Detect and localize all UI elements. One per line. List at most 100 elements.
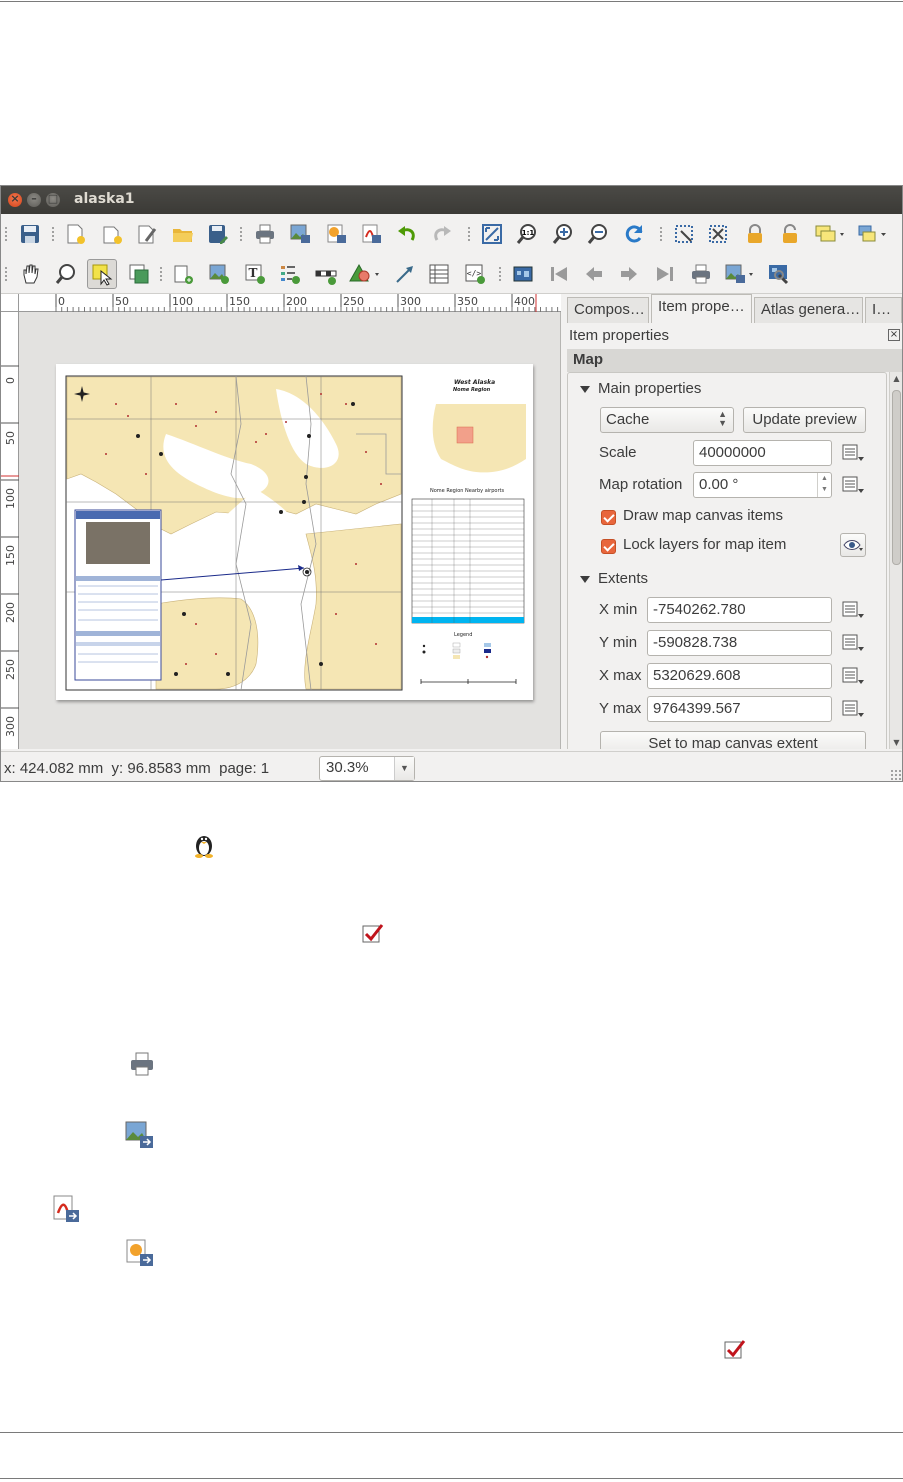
vertical-ruler[interactable]: 0 50 100 150 200 250 300 (1, 312, 19, 749)
data-defined-override-icon[interactable] (840, 599, 866, 621)
scrollbar-thumb[interactable] (892, 390, 901, 565)
export-pdf-icon[interactable] (359, 222, 383, 246)
item-properties-scroll[interactable]: Main properties Cache ▲ ▼ Update preview … (567, 372, 887, 749)
export-atlas-icon[interactable] (723, 262, 759, 286)
raise-icon[interactable] (856, 222, 892, 246)
dock-scrollbar[interactable]: ▲ ▼ (889, 372, 902, 749)
add-legend-icon[interactable] (278, 262, 302, 286)
atlas-settings-icon[interactable] (766, 262, 790, 286)
ymax-input[interactable]: 9764399.567 (647, 696, 832, 722)
preview-mode-combo[interactable]: Cache ▲ ▼ (600, 407, 734, 433)
ruler-label: 250 (343, 295, 364, 308)
toolbar-grip[interactable] (4, 266, 8, 282)
scroll-down-icon[interactable]: ▼ (891, 738, 902, 747)
previous-feature-icon[interactable] (582, 262, 606, 286)
tab-item-properties[interactable]: Item prope… (651, 294, 752, 323)
new-composer-icon[interactable] (63, 222, 87, 246)
toolbar-separator (51, 226, 55, 242)
toolbar-grip[interactable] (4, 226, 8, 242)
tab-atlas-generation[interactable]: Atlas genera… (754, 297, 863, 323)
ymin-input[interactable]: -590828.738 (647, 630, 832, 656)
add-html-icon[interactable]: </> (463, 262, 487, 286)
move-content-icon[interactable] (127, 262, 151, 286)
xmax-input[interactable]: 5320629.608 (647, 663, 832, 689)
draw-map-canvas-items-label[interactable]: Draw map canvas items (623, 507, 783, 524)
xmin-input[interactable]: -7540262.780 (647, 597, 832, 623)
lock-layers-checkbox[interactable] (601, 539, 616, 554)
export-image-icon[interactable] (288, 222, 312, 246)
data-defined-override-icon[interactable] (840, 665, 866, 687)
close-window-button[interactable]: × (8, 192, 22, 207)
extents-header[interactable]: Extents (580, 570, 648, 587)
atlas-preview-icon[interactable] (511, 262, 535, 286)
last-feature-icon[interactable] (653, 262, 677, 286)
scale-input[interactable]: 40000000 (693, 440, 832, 466)
set-to-map-canvas-extent-button[interactable]: Set to map canvas extent (600, 731, 866, 749)
deselect-icon[interactable] (706, 222, 730, 246)
unlock-icon[interactable] (778, 222, 802, 246)
close-icon: × (10, 192, 20, 205)
open-template-icon[interactable] (171, 222, 195, 246)
spin-arrows-icon[interactable]: ▲ ▼ (817, 473, 831, 497)
zoom-in-icon[interactable] (551, 222, 575, 246)
ruler-label: 50 (115, 295, 129, 308)
composition-page[interactable]: West Alaska Nome Region Nome Region Near… (56, 364, 533, 700)
layer-visibility-presets-button[interactable] (840, 533, 866, 557)
minimize-window-button[interactable]: – (27, 192, 41, 207)
redo-icon[interactable] (430, 222, 454, 246)
save-icon[interactable] (18, 222, 42, 246)
add-scalebar-icon[interactable] (314, 262, 338, 286)
add-image-icon[interactable] (207, 262, 231, 286)
dock-close-button[interactable]: × (888, 329, 900, 341)
map-rotation-spinbox[interactable]: 0.00 ° ▲ ▼ (693, 472, 832, 498)
zoom-out-icon[interactable] (586, 222, 610, 246)
select-move-icon[interactable] (87, 259, 117, 289)
maximize-window-button[interactable]: □ (46, 192, 60, 207)
lock-icon[interactable] (743, 222, 767, 246)
scroll-up-icon[interactable]: ▲ (891, 374, 902, 383)
title-bar: × – □ alaska1 (1, 186, 902, 214)
zoom-combo[interactable]: 30.3% ▼ (319, 756, 415, 781)
add-label-icon[interactable]: T (243, 262, 267, 286)
export-svg-icon[interactable] (324, 222, 348, 246)
main-properties-header[interactable]: Main properties (580, 380, 701, 397)
pan-icon[interactable] (19, 262, 43, 286)
print-atlas-icon[interactable] (689, 262, 713, 286)
duplicate-composer-icon[interactable] (100, 222, 124, 246)
ruler-label: 100 (172, 295, 193, 308)
xmax-label: X max (599, 667, 642, 684)
tab-items[interactable]: I… (865, 297, 902, 323)
tab-composition[interactable]: Compos… (567, 297, 649, 323)
add-arrow-icon[interactable] (393, 262, 417, 286)
refresh-icon[interactable] (622, 222, 646, 246)
data-defined-override-icon[interactable] (840, 442, 866, 464)
map-title: West Alaska (454, 379, 495, 386)
data-defined-override-icon[interactable] (840, 474, 866, 496)
checkbox-checked-icon (722, 1336, 750, 1364)
zoom-tool-icon[interactable] (54, 262, 78, 286)
resize-grip[interactable] (890, 769, 902, 781)
data-defined-override-icon[interactable] (840, 698, 866, 720)
horizontal-ruler[interactable]: 0 50 100 150 200 250 300 350 400 (19, 294, 561, 312)
save-as-template-icon[interactable] (206, 222, 230, 246)
draw-map-canvas-items-checkbox[interactable] (601, 510, 616, 525)
print-icon[interactable] (253, 222, 277, 246)
zoom-actual-icon[interactable]: 1:1 (515, 222, 539, 246)
undo-icon[interactable] (395, 222, 419, 246)
add-table-icon[interactable] (427, 262, 451, 286)
lock-layers-label[interactable]: Lock layers for map item (623, 536, 786, 553)
add-shape-icon[interactable] (349, 262, 383, 286)
next-feature-icon[interactable] (617, 262, 641, 286)
select-all-icon[interactable] (672, 222, 696, 246)
collapse-triangle-icon (580, 575, 590, 583)
group-icon[interactable] (813, 222, 849, 246)
composer-manager-icon[interactable] (135, 222, 159, 246)
add-map-icon[interactable] (171, 262, 195, 286)
data-defined-override-icon[interactable] (840, 632, 866, 654)
composer-window: × – □ alaska1 1:1 T </> 0 50 100 150 200… (0, 185, 903, 782)
update-preview-button[interactable]: Update preview (743, 407, 866, 433)
chevron-down-icon[interactable]: ▼ (394, 757, 414, 780)
first-feature-icon[interactable] (547, 262, 571, 286)
zoom-full-icon[interactable] (480, 222, 504, 246)
composer-canvas[interactable]: 0 50 100 150 200 250 300 350 400 0 50 10… (1, 294, 561, 749)
